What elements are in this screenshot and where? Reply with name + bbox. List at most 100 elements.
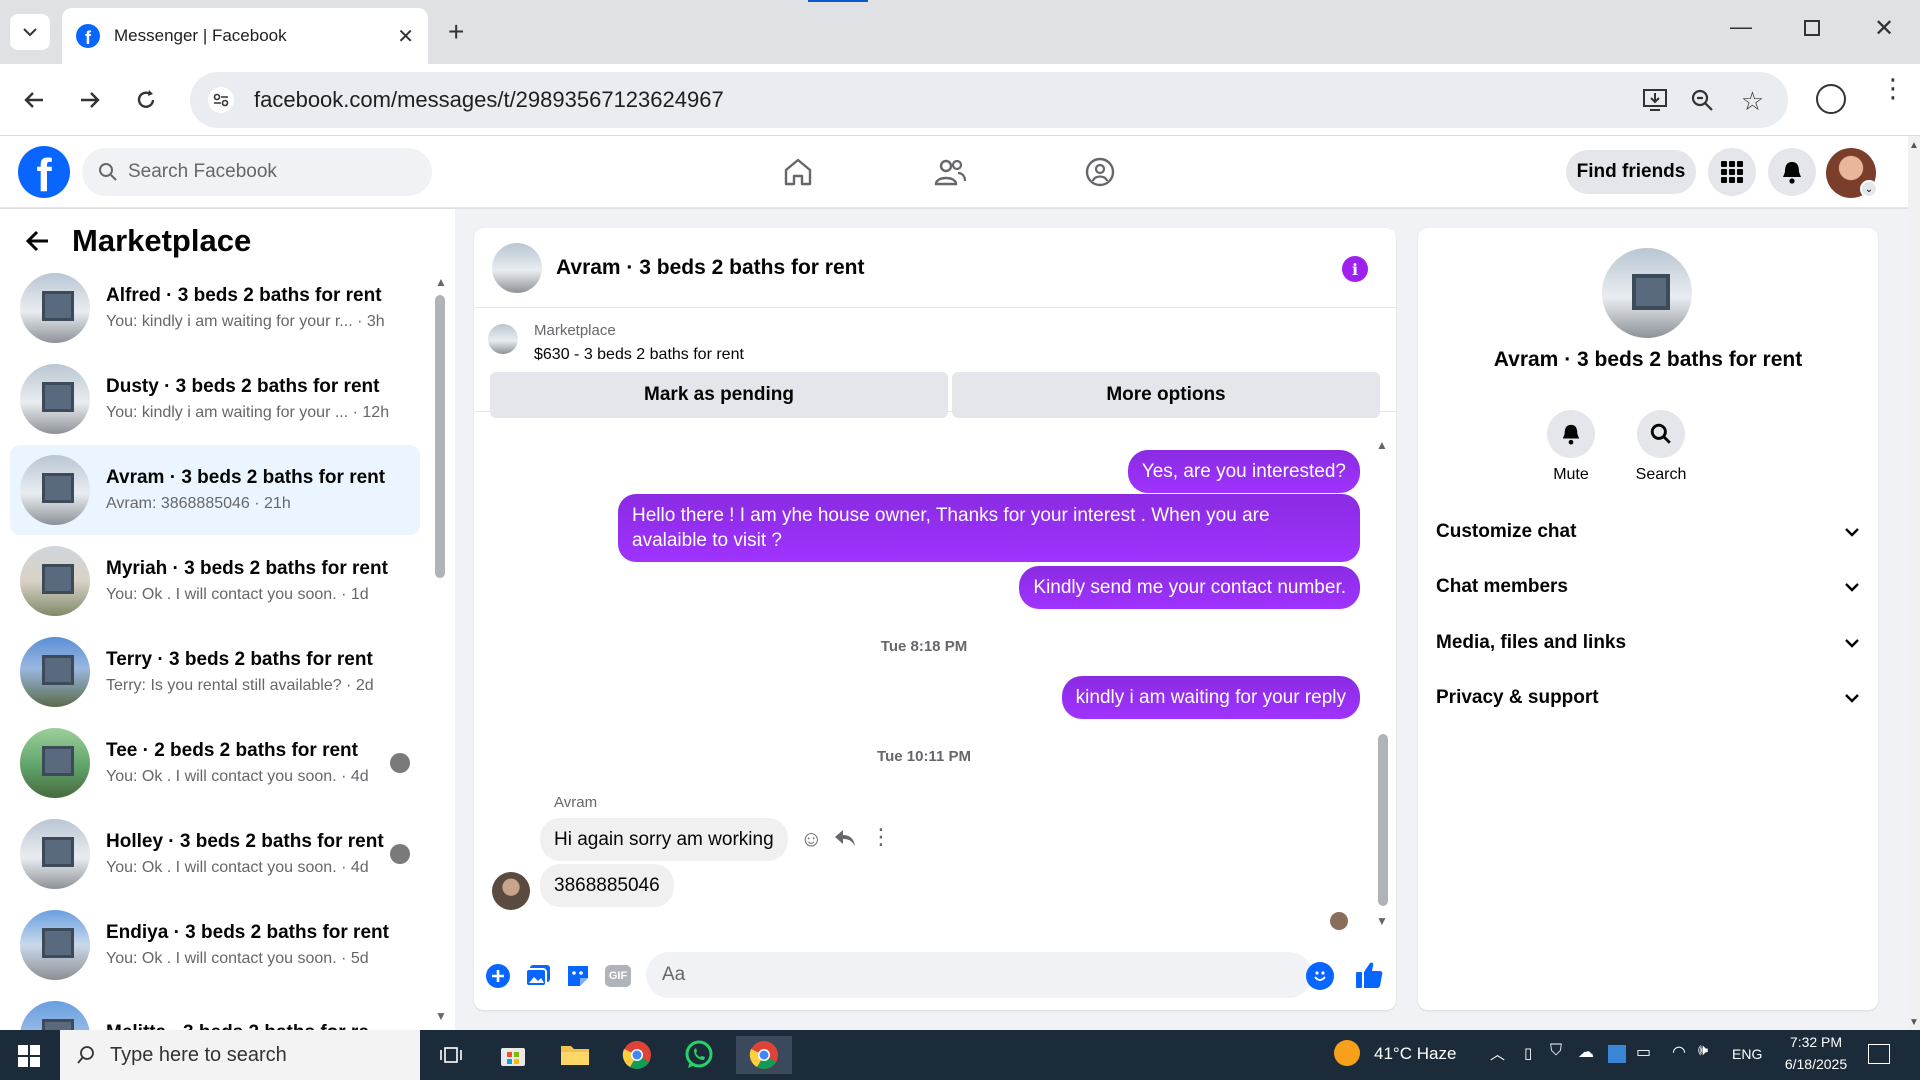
react-icon[interactable]: ☺ (800, 826, 822, 852)
scroll-down-icon[interactable]: ▼ (1376, 914, 1388, 928)
browser-tab[interactable]: f Messenger | Facebook ✕ (62, 8, 428, 64)
plus-icon[interactable] (484, 962, 512, 990)
display-icon[interactable]: ▭ (1636, 1042, 1651, 1062)
conversation-item[interactable]: Myriah · 3 beds 2 baths for rent You: Ok … (10, 536, 420, 626)
outgoing-message[interactable]: kindly i am waiting for your reply (1061, 676, 1360, 719)
close-tab-icon[interactable]: ✕ (397, 24, 414, 49)
tray-chevron-up-icon[interactable]: ︿ (1490, 1043, 1505, 1064)
minimize-icon[interactable]: — (1730, 14, 1752, 40)
clock-date[interactable]: 6/18/2025 (1776, 1056, 1856, 1072)
language-indicator[interactable]: ENG (1732, 1046, 1762, 1062)
conversation-item[interactable]: Holley · 3 beds 2 baths for rent You: Ok … (10, 809, 420, 899)
find-friends-button[interactable]: Find friends (1566, 150, 1696, 194)
sticker-icon[interactable] (564, 962, 592, 990)
scroll-down-icon[interactable]: ▼ (435, 1009, 447, 1023)
reply-icon[interactable] (834, 828, 856, 853)
app-tray-icon[interactable] (1608, 1045, 1626, 1063)
info-icon[interactable]: i (1342, 256, 1368, 282)
search-facebook-input[interactable]: Search Facebook (82, 148, 432, 196)
details-avatar[interactable] (1602, 248, 1692, 338)
tab-list-icon[interactable] (10, 14, 50, 50)
file-explorer-icon[interactable] (552, 1036, 598, 1074)
site-info-icon[interactable] (208, 87, 234, 113)
zoom-icon[interactable] (1690, 88, 1714, 117)
conversation-item-active[interactable]: Avram · 3 beds 2 baths for rent Avram: 38… (10, 445, 420, 535)
chat-avatar[interactable] (492, 242, 542, 293)
incoming-message[interactable]: 3868885046 (540, 864, 674, 907)
back-arrow-icon[interactable] (26, 230, 50, 252)
sidebar-scrollbar[interactable] (435, 295, 445, 578)
more-actions-icon[interactable]: ⋮ (870, 824, 892, 850)
weather-text[interactable]: 41°C Haze (1374, 1044, 1456, 1064)
home-icon[interactable] (778, 152, 818, 192)
taskbar-search-input[interactable]: Type here to search (60, 1030, 420, 1080)
facebook-logo-icon[interactable]: f (18, 146, 70, 198)
emoji-icon[interactable] (1306, 962, 1334, 990)
conversation-item[interactable]: Melitta · 3 beds 2 baths for re... (10, 991, 420, 1030)
page-scrollbar[interactable]: ▲ ▼ (1908, 136, 1920, 1030)
menu-icon[interactable]: ⋮ (1880, 75, 1906, 101)
incoming-message[interactable]: Hi again sorry am working (540, 818, 788, 861)
chrome-active-icon[interactable] (736, 1036, 792, 1074)
microsoft-store-icon[interactable] (490, 1036, 536, 1074)
search-conversation-button[interactable]: Search (1616, 410, 1706, 484)
notification-center-icon[interactable] (1868, 1044, 1890, 1064)
address-bar[interactable]: facebook.com/messages/t/2989356712362496… (190, 72, 1788, 128)
media-files-links-row[interactable]: Media, files and links (1436, 619, 1860, 667)
privacy-support-row[interactable]: Privacy & support (1436, 674, 1860, 722)
outgoing-message[interactable]: Yes, are you interested? (1127, 450, 1360, 493)
conversation-item[interactable]: Alfred · 3 beds 2 baths for rent You: kin… (10, 263, 420, 353)
url-text[interactable]: facebook.com/messages/t/2989356712362496… (254, 87, 724, 113)
onedrive-cloud-icon[interactable]: ☁ (1578, 1042, 1594, 1062)
conversation-item[interactable]: Endiya · 3 beds 2 baths for rent You: Ok … (10, 900, 420, 990)
groups-icon[interactable] (1080, 152, 1120, 192)
new-tab-icon[interactable]: + (448, 16, 464, 48)
security-shield-icon[interactable]: ⛉ (1550, 1042, 1562, 1060)
outgoing-message[interactable]: Kindly send me your contact number. (1019, 566, 1360, 609)
sender-avatar[interactable] (492, 872, 530, 910)
notifications-bell-icon[interactable] (1768, 148, 1816, 196)
profile-icon[interactable] (1816, 84, 1846, 114)
listing-thumbnail[interactable] (488, 324, 518, 354)
windows-start-icon[interactable] (18, 1045, 40, 1072)
volume-icon[interactable]: 🕪 (1698, 1042, 1708, 1060)
reload-icon[interactable] (128, 82, 164, 118)
like-thumbs-up-icon[interactable] (1354, 960, 1384, 995)
customize-chat-row[interactable]: Customize chat (1436, 508, 1860, 556)
clock-time[interactable]: 7:32 PM (1776, 1034, 1856, 1050)
window-close-icon[interactable]: ✕ (1874, 14, 1894, 43)
chrome-icon[interactable] (614, 1036, 660, 1074)
conversation-item[interactable]: Tee · 2 beds 2 baths for rent You: Ok . I… (10, 718, 420, 808)
chevron-down-icon[interactable]: ⌄ (1860, 180, 1878, 198)
chat-members-row[interactable]: Chat members (1436, 563, 1860, 611)
wifi-icon[interactable]: ◠ (1672, 1042, 1686, 1062)
message-input[interactable]: Aa (646, 952, 1312, 998)
chat-scrollbar[interactable] (1378, 734, 1388, 906)
scroll-up-icon[interactable]: ▲ (435, 275, 447, 289)
task-view-icon[interactable] (428, 1036, 474, 1074)
conversation-name: Dusty · 3 beds 2 baths for rent (106, 376, 380, 397)
conversation-item[interactable]: Terry · 3 beds 2 baths for rent Terry: Is… (10, 627, 420, 717)
gif-icon[interactable]: GIF (604, 962, 632, 990)
conversation-item[interactable]: Dusty · 3 beds 2 baths for rent You: kind… (10, 354, 420, 444)
forward-icon[interactable] (72, 82, 108, 118)
friends-icon[interactable] (930, 152, 970, 192)
back-icon[interactable] (16, 82, 52, 118)
listing-price-title[interactable]: $630 - 3 beds 2 baths for rent (534, 346, 744, 364)
restore-icon[interactable] (1804, 20, 1820, 36)
chat-title[interactable]: Avram · 3 beds 2 baths for rent (556, 256, 864, 280)
tab-strip: f Messenger | Facebook ✕ + — ✕ (0, 0, 1920, 64)
listing-thumbnail (20, 455, 90, 525)
mark-as-pending-button[interactable]: Mark as pending (490, 372, 948, 418)
more-options-button[interactable]: More options (952, 372, 1380, 418)
usb-icon[interactable]: ▯ (1524, 1044, 1532, 1062)
mute-button[interactable]: Mute (1526, 410, 1616, 484)
install-icon[interactable] (1642, 88, 1668, 117)
outgoing-message[interactable]: Hello there ! I am yhe house owner, Than… (618, 494, 1360, 562)
scroll-up-icon[interactable]: ▲ (1376, 438, 1388, 452)
photo-icon[interactable] (524, 962, 552, 990)
menu-grid-icon[interactable] (1708, 148, 1756, 196)
conversation-name: Melitta · 3 beds 2 baths for re... (106, 1022, 396, 1030)
whatsapp-icon[interactable] (676, 1036, 722, 1074)
star-icon[interactable]: ☆ (1741, 86, 1764, 117)
